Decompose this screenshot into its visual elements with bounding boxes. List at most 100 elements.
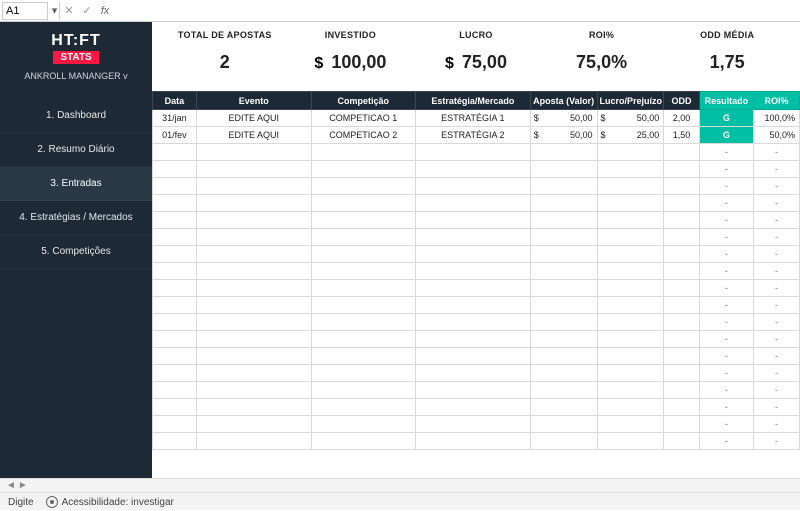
table-cell[interactable] <box>415 263 530 280</box>
table-cell[interactable] <box>664 212 699 229</box>
table-cell[interactable] <box>196 314 311 331</box>
table-cell[interactable]: - <box>754 331 800 348</box>
table-cell[interactable] <box>530 178 597 195</box>
table-cell[interactable] <box>196 161 311 178</box>
table-cell[interactable]: $50,00 <box>597 110 664 127</box>
table-cell[interactable]: - <box>699 399 753 416</box>
table-cell[interactable] <box>196 229 311 246</box>
table-cell[interactable] <box>153 280 197 297</box>
table-cell[interactable] <box>196 348 311 365</box>
table-cell[interactable]: 01/fev <box>153 127 197 144</box>
table-cell[interactable] <box>530 280 597 297</box>
table-cell[interactable] <box>530 348 597 365</box>
table-cell[interactable] <box>196 246 311 263</box>
table-cell[interactable] <box>311 161 415 178</box>
table-cell[interactable] <box>311 246 415 263</box>
table-cell[interactable]: - <box>754 348 800 365</box>
table-cell[interactable] <box>415 348 530 365</box>
table-cell[interactable] <box>311 348 415 365</box>
table-cell[interactable]: EDITE AQUI <box>196 127 311 144</box>
table-cell[interactable] <box>530 195 597 212</box>
table-cell[interactable] <box>196 365 311 382</box>
table-cell[interactable] <box>415 297 530 314</box>
table-cell[interactable] <box>597 144 664 161</box>
table-cell[interactable]: - <box>754 178 800 195</box>
table-cell[interactable]: COMPETICAO 2 <box>311 127 415 144</box>
table-header[interactable]: Resultado <box>699 92 753 110</box>
table-header[interactable]: Evento <box>196 92 311 110</box>
table-cell[interactable]: G <box>699 110 753 127</box>
table-cell[interactable] <box>415 382 530 399</box>
table-cell[interactable] <box>311 433 415 450</box>
table-cell[interactable] <box>664 144 699 161</box>
table-cell[interactable] <box>311 212 415 229</box>
table-cell[interactable]: - <box>699 212 753 229</box>
table-cell[interactable] <box>196 416 311 433</box>
table-cell[interactable] <box>311 263 415 280</box>
table-cell[interactable] <box>415 314 530 331</box>
table-cell[interactable]: - <box>699 280 753 297</box>
table-cell[interactable] <box>415 246 530 263</box>
table-cell[interactable] <box>530 416 597 433</box>
table-cell[interactable] <box>415 229 530 246</box>
fx-icon[interactable]: fx <box>96 2 114 20</box>
table-cell[interactable]: 1,50 <box>664 127 699 144</box>
table-cell[interactable] <box>311 297 415 314</box>
table-cell[interactable] <box>664 161 699 178</box>
sidebar-item-1[interactable]: 2. Resumo Diário <box>0 133 152 167</box>
table-cell[interactable] <box>664 229 699 246</box>
table-cell[interactable] <box>597 178 664 195</box>
table-cell[interactable]: EDITE AQUI <box>196 110 311 127</box>
table-cell[interactable] <box>597 263 664 280</box>
table-cell[interactable]: - <box>754 314 800 331</box>
table-cell[interactable] <box>153 212 197 229</box>
table-cell[interactable]: - <box>754 229 800 246</box>
table-cell[interactable]: - <box>699 178 753 195</box>
sheet-prev-icon[interactable]: ◄ <box>6 480 16 491</box>
table-cell[interactable] <box>153 433 197 450</box>
sheet-next-icon[interactable]: ► <box>18 480 28 491</box>
table-cell[interactable] <box>415 416 530 433</box>
table-cell[interactable]: - <box>754 399 800 416</box>
table-cell[interactable]: - <box>754 212 800 229</box>
table-cell[interactable] <box>196 433 311 450</box>
table-cell[interactable]: - <box>754 280 800 297</box>
table-cell[interactable] <box>664 280 699 297</box>
table-header[interactable]: Data <box>153 92 197 110</box>
table-cell[interactable]: - <box>699 297 753 314</box>
table-cell[interactable]: - <box>754 263 800 280</box>
table-cell[interactable]: - <box>699 246 753 263</box>
table-cell[interactable] <box>530 246 597 263</box>
table-cell[interactable] <box>196 399 311 416</box>
table-cell[interactable] <box>196 382 311 399</box>
table-cell[interactable] <box>153 331 197 348</box>
table-cell[interactable]: $50,00 <box>530 110 597 127</box>
table-cell[interactable]: G <box>699 127 753 144</box>
table-cell[interactable]: 50,0% <box>754 127 800 144</box>
table-cell[interactable] <box>153 382 197 399</box>
table-cell[interactable] <box>196 195 311 212</box>
table-cell[interactable] <box>153 144 197 161</box>
table-cell[interactable] <box>597 195 664 212</box>
table-cell[interactable]: - <box>699 263 753 280</box>
table-cell[interactable] <box>530 314 597 331</box>
table-cell[interactable] <box>153 229 197 246</box>
table-cell[interactable]: - <box>699 229 753 246</box>
table-cell[interactable]: ESTRATÉGIA 2 <box>415 127 530 144</box>
table-cell[interactable] <box>153 348 197 365</box>
table-header[interactable]: Estratégia/Mercado <box>415 92 530 110</box>
table-cell[interactable] <box>311 144 415 161</box>
table-cell[interactable] <box>153 365 197 382</box>
table-cell[interactable]: - <box>699 195 753 212</box>
table-cell[interactable] <box>530 212 597 229</box>
table-cell[interactable] <box>153 195 197 212</box>
table-cell[interactable] <box>311 178 415 195</box>
table-cell[interactable] <box>597 382 664 399</box>
table-cell[interactable] <box>597 365 664 382</box>
sidebar-item-3[interactable]: 4. Estratégias / Mercados <box>0 201 152 235</box>
table-cell[interactable] <box>196 178 311 195</box>
table-cell[interactable] <box>196 263 311 280</box>
table-cell[interactable] <box>415 212 530 229</box>
table-cell[interactable] <box>597 331 664 348</box>
table-cell[interactable] <box>664 433 699 450</box>
